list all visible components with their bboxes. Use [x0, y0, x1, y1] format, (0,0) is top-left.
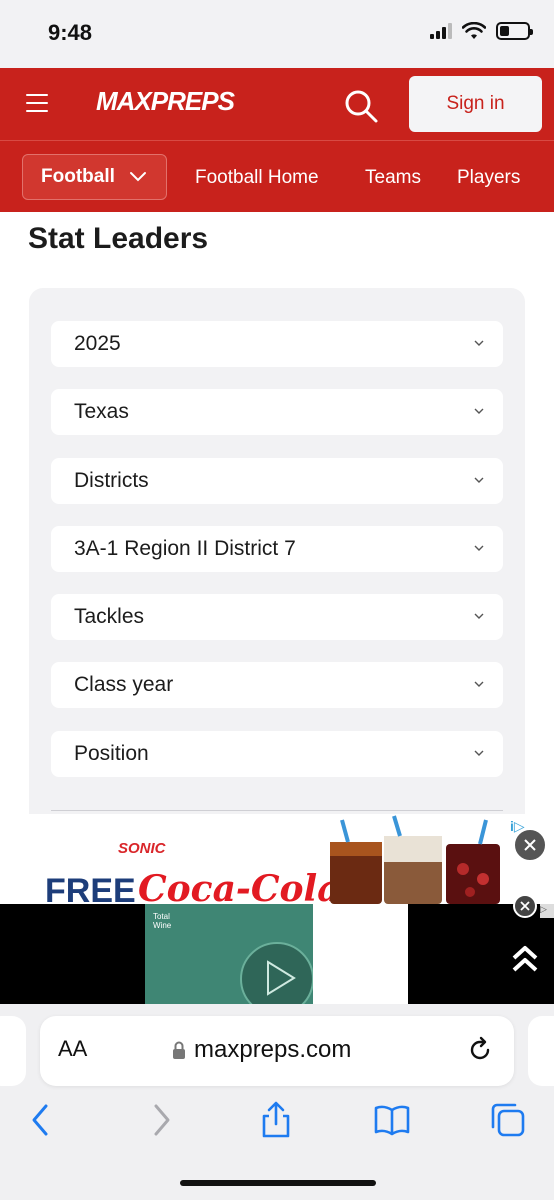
- nav-teams[interactable]: Teams: [365, 167, 421, 189]
- search-icon[interactable]: [343, 88, 379, 124]
- panel-divider: [51, 810, 503, 811]
- chevron-down-icon: [474, 545, 484, 551]
- page-settings-button[interactable]: AA: [58, 1036, 87, 1062]
- sonic-ad-banner[interactable]: SONIC FREE Coca-Cola i▷: [0, 814, 554, 904]
- ad-choices-icon[interactable]: ▷: [540, 904, 554, 918]
- filter-panel: 2025 Texas Districts 3A-1 Region II Dist…: [29, 288, 525, 848]
- sport-dropdown[interactable]: Football: [22, 154, 167, 200]
- district-select[interactable]: 3A-1 Region II District 7: [51, 526, 503, 572]
- home-indicator: [180, 1180, 376, 1186]
- ad-brand-totalwine: Total Wine: [153, 912, 171, 930]
- group-type-select-value: Districts: [74, 469, 149, 492]
- close-icon: [524, 839, 536, 851]
- ad-product: Coca-Cola: [138, 868, 341, 904]
- url-display[interactable]: maxpreps.com: [172, 1036, 351, 1064]
- url-text: maxpreps.com: [194, 1036, 352, 1063]
- sign-in-button[interactable]: Sign in: [409, 76, 542, 132]
- wifi-icon: [462, 22, 486, 39]
- chevron-down-icon: [474, 477, 484, 483]
- back-icon[interactable]: [22, 1100, 62, 1140]
- forward-icon[interactable]: [140, 1100, 180, 1140]
- chevron-down-icon: [474, 613, 484, 619]
- next-tab-peek[interactable]: [528, 1016, 554, 1086]
- lock-icon: [173, 1041, 185, 1059]
- class-year-select[interactable]: Class year: [51, 662, 503, 708]
- status-time: 9:48: [48, 20, 93, 45]
- site-header: MAXPREPS Sign in: [0, 68, 554, 140]
- chevron-down-icon: [474, 750, 484, 756]
- page-title: Stat Leaders: [28, 222, 209, 255]
- chevron-down-icon: [474, 340, 484, 346]
- position-select-value: Position: [74, 742, 149, 765]
- share-icon[interactable]: [256, 1100, 296, 1140]
- ad-brand-line2: Wine: [153, 921, 172, 930]
- close-video-ad-button[interactable]: [513, 894, 537, 918]
- address-bar[interactable]: AA maxpreps.com: [40, 1016, 514, 1086]
- video-side-panel: [313, 904, 408, 1004]
- sport-dropdown-label: Football: [41, 166, 115, 187]
- close-icon: [520, 901, 530, 911]
- ad-brand-line1: Total: [153, 912, 170, 921]
- nav-football-home[interactable]: Football Home: [195, 167, 319, 189]
- nav-players[interactable]: Players: [457, 167, 520, 189]
- position-select[interactable]: Position: [51, 731, 503, 777]
- state-select[interactable]: Texas: [51, 389, 503, 435]
- stat-select-value: Tackles: [74, 605, 145, 628]
- ad-headline: FREE: [45, 872, 136, 904]
- cellular-signal-icon: [430, 23, 452, 39]
- status-icons: [430, 22, 533, 40]
- chevron-down-icon: [129, 172, 146, 182]
- season-select[interactable]: 2025: [51, 321, 503, 367]
- state-select-value: Texas: [74, 400, 129, 423]
- drinks-image: [330, 815, 500, 904]
- season-select-value: 2025: [74, 332, 121, 355]
- bookmarks-icon[interactable]: [372, 1100, 412, 1140]
- stat-select[interactable]: Tackles: [51, 594, 503, 640]
- close-ad-button[interactable]: [513, 828, 547, 862]
- status-bar: 9:48: [0, 0, 554, 68]
- battery-icon: [496, 22, 533, 40]
- safari-toolbar: AA maxpreps.com: [0, 1004, 554, 1200]
- ad-brand-sonic: SONIC: [118, 840, 166, 857]
- chevron-down-icon: [474, 408, 484, 414]
- video-thumbnail: Total Wine: [145, 904, 314, 1016]
- previous-tab-peek[interactable]: [0, 1016, 26, 1086]
- district-select-value: 3A-1 Region II District 7: [74, 537, 296, 560]
- class-year-select-value: Class year: [74, 673, 174, 696]
- chevron-down-icon: [474, 681, 484, 687]
- tabs-icon[interactable]: [488, 1100, 528, 1140]
- maxpreps-logo[interactable]: MAXPREPS: [96, 86, 235, 117]
- sport-subnav: Football Football Home Teams Players: [0, 140, 554, 212]
- group-type-select[interactable]: Districts: [51, 458, 503, 504]
- video-ad[interactable]: Total Wine: [0, 904, 554, 1016]
- double-chevron-up-icon[interactable]: [510, 944, 540, 974]
- reload-icon[interactable]: [464, 1034, 496, 1066]
- menu-icon[interactable]: [26, 94, 48, 112]
